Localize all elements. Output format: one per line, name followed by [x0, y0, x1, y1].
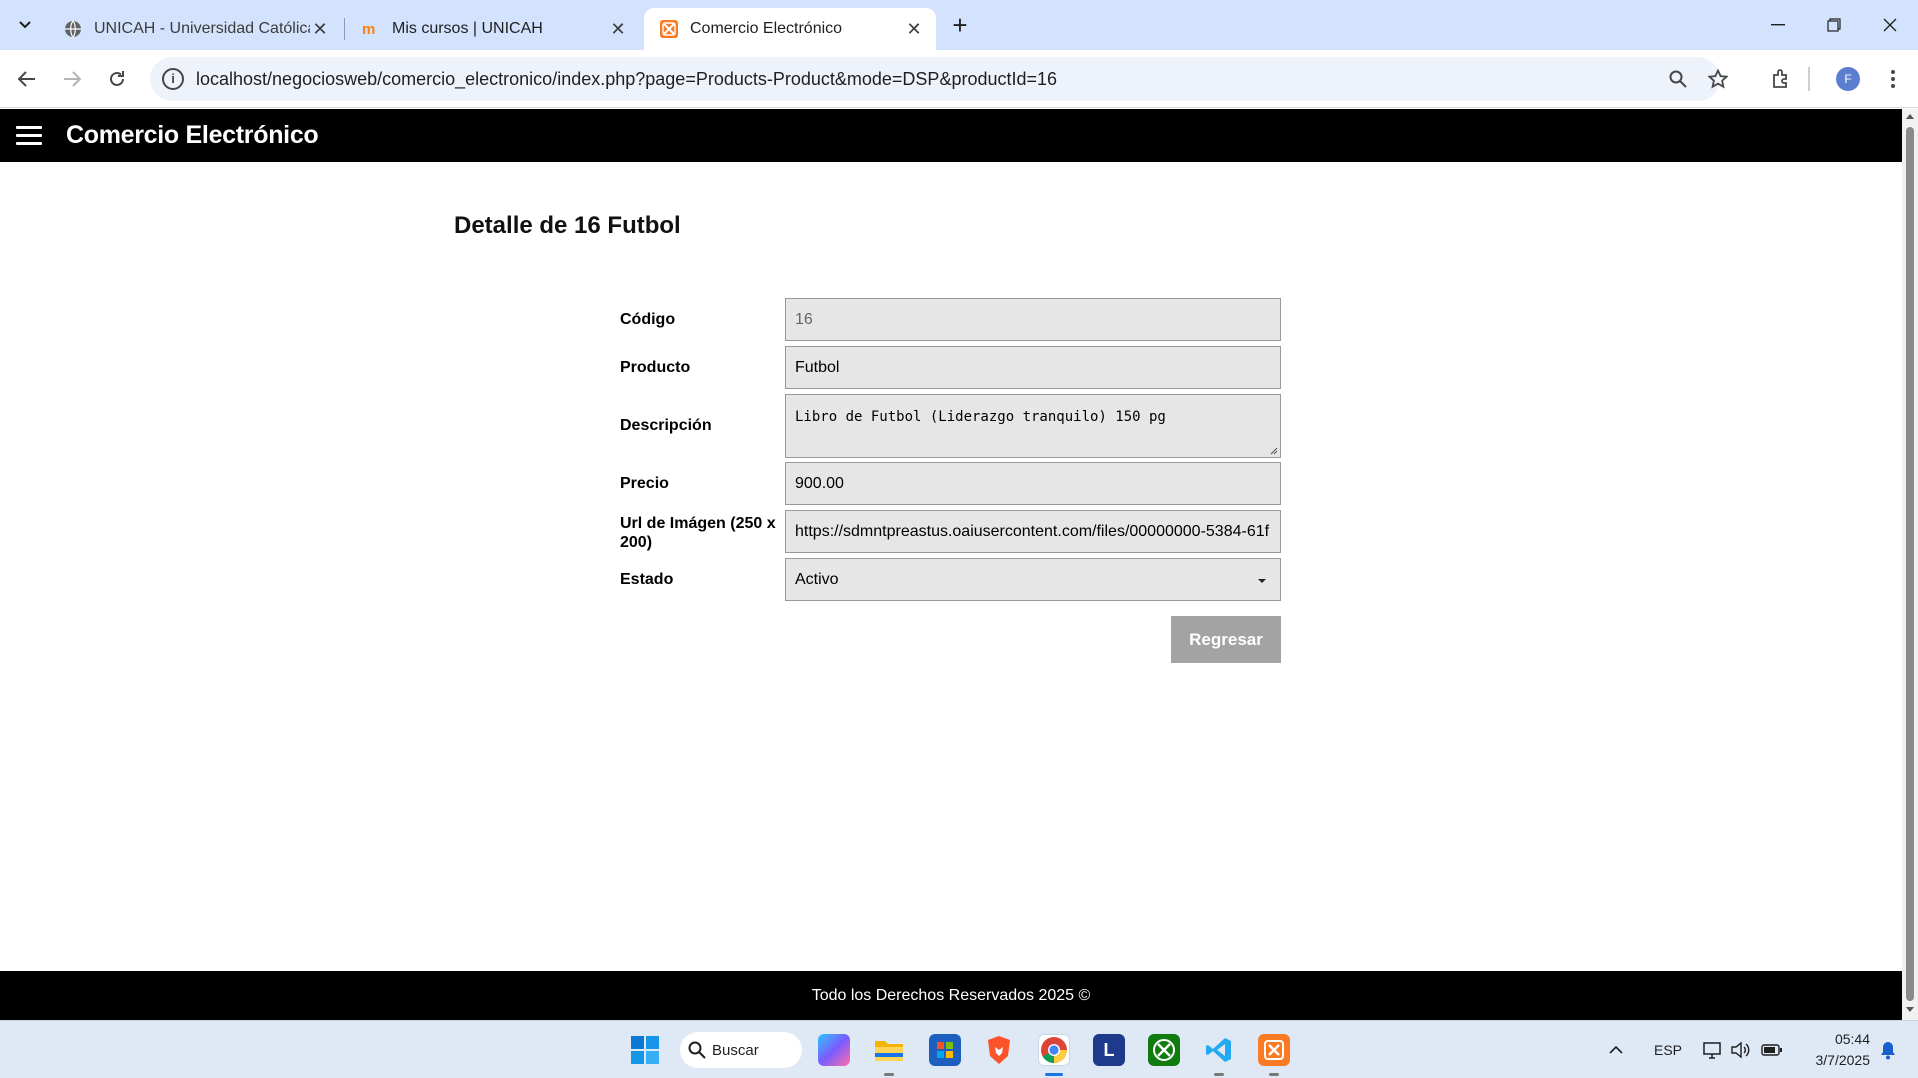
estado-select[interactable]: Activo: [785, 558, 1281, 601]
tab-unicah[interactable]: UNICAH - Universidad Católica ✕: [48, 8, 342, 50]
site-info-icon[interactable]: i: [162, 68, 184, 90]
volume-icon[interactable]: [1728, 1034, 1752, 1066]
dropdown-arrow-icon: [1258, 579, 1266, 583]
resize-handle-icon[interactable]: [1268, 445, 1278, 455]
running-indicator: [1269, 1073, 1279, 1076]
url-text[interactable]: localhost/negociosweb/comercio_electroni…: [196, 69, 1057, 90]
regresar-button[interactable]: Regresar: [1171, 616, 1281, 663]
reload-button[interactable]: [100, 62, 134, 96]
tab-title: Comercio Electrónico: [690, 20, 843, 37]
toolbar-divider: [1808, 67, 1810, 91]
tab-title: UNICAH - Universidad Católica: [94, 20, 310, 37]
minimize-button[interactable]: [1750, 0, 1806, 50]
estado-value: Activo: [795, 570, 839, 588]
codigo-label: Código: [620, 311, 676, 328]
producto-field[interactable]: Futbol: [785, 346, 1281, 389]
globe-icon: [64, 20, 82, 38]
moodle-icon: m: [362, 20, 380, 38]
taskbar-search[interactable]: Buscar: [680, 1032, 802, 1068]
microsoft-store-icon[interactable]: [929, 1034, 961, 1066]
language-indicator[interactable]: ESP: [1654, 1042, 1682, 1058]
page-scrollbar[interactable]: [1902, 109, 1918, 1020]
file-explorer-icon[interactable]: [873, 1034, 905, 1066]
tab-title: Mis cursos | UNICAH: [392, 20, 543, 37]
show-hidden-icons-icon[interactable]: [1604, 1034, 1628, 1066]
more-menu-icon[interactable]: [1878, 64, 1908, 94]
xbox-icon[interactable]: [1148, 1034, 1180, 1066]
copilot-icon[interactable]: [818, 1034, 850, 1066]
chevron-down-icon: [19, 21, 31, 29]
restore-icon: [1827, 18, 1841, 32]
brand-title[interactable]: Comercio Electrónico: [66, 121, 319, 150]
vscode-icon[interactable]: [1203, 1034, 1235, 1066]
close-window-button[interactable]: [1862, 0, 1918, 50]
url-imagen-field[interactable]: https://sdmntpreastus.oaiusercontent.com…: [785, 510, 1281, 553]
reload-icon: [110, 71, 124, 86]
network-icon[interactable]: [1700, 1034, 1724, 1066]
close-tab-icon[interactable]: ✕: [904, 19, 924, 40]
battery-icon[interactable]: [1760, 1034, 1784, 1066]
descripcion-text: Libro de Futbol (Liderazgo tranquilo) 15…: [795, 409, 1166, 425]
descripcion-textarea[interactable]: Libro de Futbol (Liderazgo tranquilo) 15…: [785, 394, 1281, 458]
tab-search-button[interactable]: [10, 10, 40, 40]
search-icon: [688, 1041, 706, 1059]
producto-label: Producto: [620, 359, 691, 376]
notification-bell-icon[interactable]: [1876, 1034, 1900, 1066]
close-tab-icon[interactable]: ✕: [310, 19, 330, 40]
restore-button[interactable]: [1806, 0, 1862, 50]
profile-avatar[interactable]: F: [1836, 67, 1860, 91]
bookmark-star-icon[interactable]: [1706, 67, 1730, 91]
tab-comercio-electronico[interactable]: Comercio Electrónico ✕: [644, 8, 936, 50]
minimize-icon: [1771, 24, 1785, 26]
xampp-taskbar-icon[interactable]: [1258, 1034, 1290, 1066]
active-app-indicator: [1045, 1073, 1063, 1076]
browser-toolbar: i localhost/negociosweb/comercio_electro…: [0, 50, 1918, 108]
estado-label: Estado: [620, 571, 674, 588]
page-footer: Todo los Derechos Reservados 2025 ©: [0, 971, 1902, 1020]
clock-time[interactable]: 05:44: [1830, 1031, 1870, 1047]
svg-text:m: m: [362, 21, 375, 38]
running-indicator: [884, 1073, 894, 1076]
browser-tabstrip: UNICAH - Universidad Católica ✕ m Mis cu…: [0, 0, 1918, 50]
url-label: Url de Imágen (250 x 200): [620, 515, 776, 551]
page-title: Detalle de 16 Futbol: [454, 212, 681, 239]
app-header: Comercio Electrónico: [0, 109, 1902, 162]
arrow-right-icon: [64, 71, 81, 87]
l-app-icon[interactable]: L: [1093, 1034, 1125, 1066]
precio-field[interactable]: 900.00: [785, 462, 1281, 505]
running-indicator: [1214, 1073, 1224, 1076]
precio-label: Precio: [620, 475, 669, 492]
windows-start-icon[interactable]: [629, 1034, 661, 1066]
xampp-icon: [660, 20, 678, 38]
descripcion-label: Descripción: [620, 417, 712, 434]
search-label: Buscar: [712, 1041, 759, 1059]
scrollbar-thumb[interactable]: [1906, 127, 1914, 1001]
close-icon: [1883, 18, 1897, 32]
menu-icon[interactable]: [16, 126, 42, 146]
address-bar[interactable]: i localhost/negociosweb/comercio_electro…: [150, 57, 1728, 101]
tab-mis-cursos[interactable]: m Mis cursos | UNICAH ✕: [346, 8, 640, 50]
extensions-icon[interactable]: [1766, 64, 1796, 94]
back-button[interactable]: [10, 62, 44, 96]
scroll-up-icon[interactable]: [1906, 114, 1914, 119]
close-tab-icon[interactable]: ✕: [608, 19, 628, 40]
scroll-down-icon[interactable]: [1906, 1007, 1914, 1012]
chrome-icon[interactable]: [1038, 1034, 1070, 1066]
zoom-icon[interactable]: [1666, 67, 1690, 91]
brave-browser-icon[interactable]: [983, 1034, 1015, 1066]
new-tab-button[interactable]: +: [944, 10, 976, 42]
arrow-left-icon: [18, 71, 35, 87]
tab-separator: [344, 18, 345, 40]
codigo-field: 16: [785, 298, 1281, 341]
windows-taskbar: Buscar L ESP 05:44 3/7/2025: [0, 1020, 1918, 1078]
clock-date[interactable]: 3/7/2025: [1802, 1052, 1871, 1068]
forward-button[interactable]: [55, 62, 89, 96]
